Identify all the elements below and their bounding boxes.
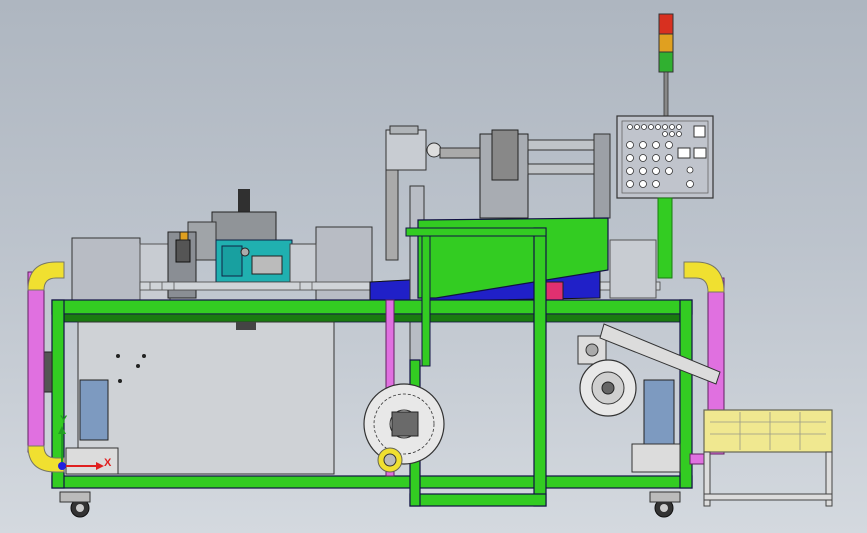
right-fan-unit [631, 379, 681, 473]
cad-viewport[interactable]: Y X [0, 0, 867, 533]
machine-assembly[interactable] [0, 0, 867, 533]
ring-blower-icon [363, 383, 445, 473]
crate-icon[interactable] [703, 409, 833, 507]
casters [59, 491, 681, 518]
teal-unit [215, 239, 317, 285]
triad-y-label: Y [60, 414, 68, 426]
triad-x-label: X [104, 457, 112, 469]
signal-tower-icon[interactable] [658, 13, 674, 117]
